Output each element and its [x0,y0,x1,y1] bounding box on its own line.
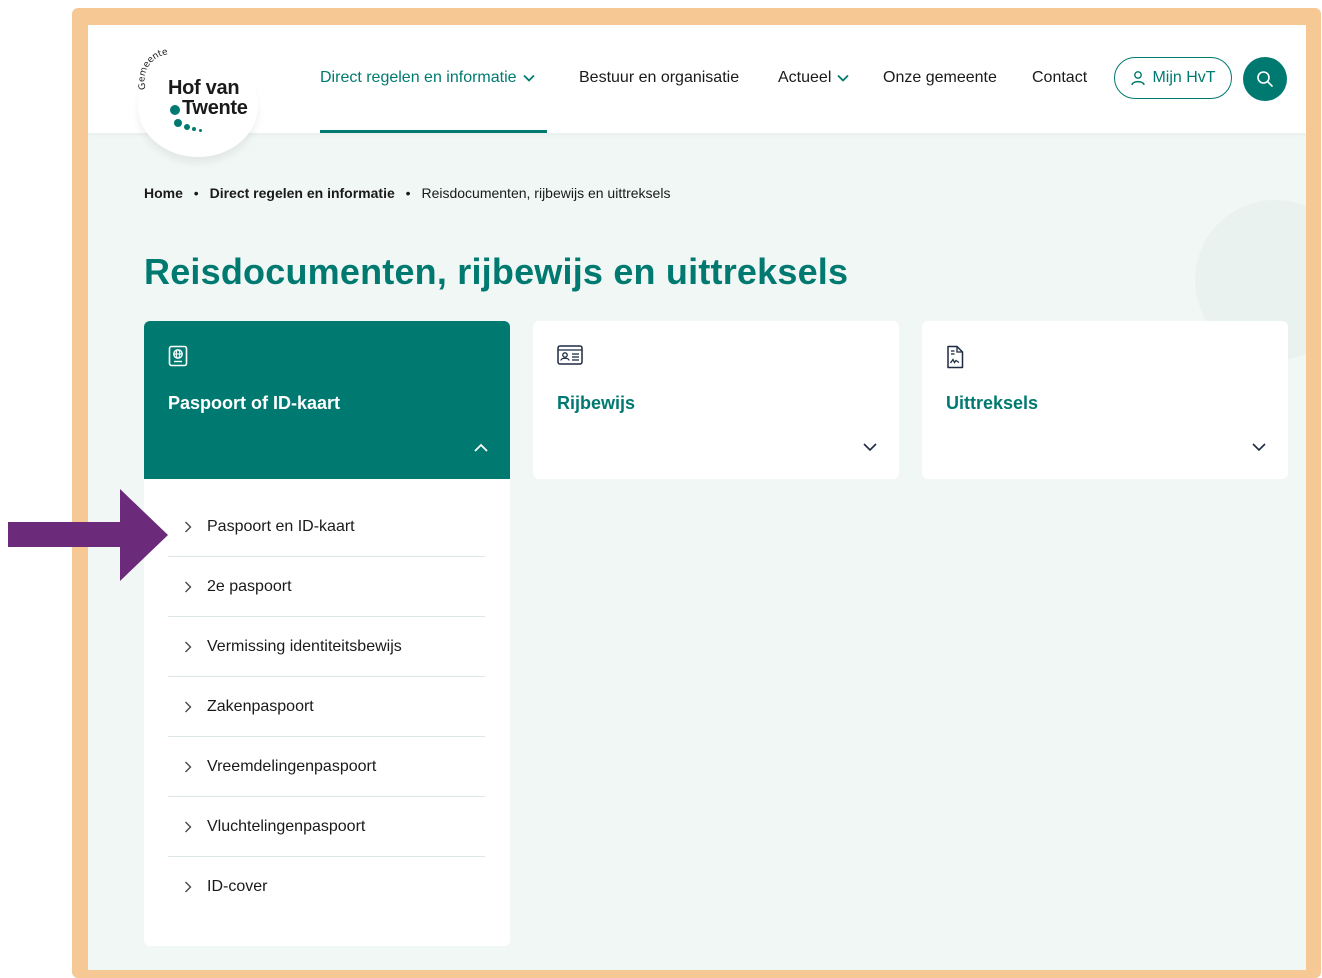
list-item-label: Zakenpaspoort [207,697,314,715]
chevron-right-icon [168,581,207,593]
logo-dot [192,127,196,131]
nav-item-label: Direct regelen en informatie [320,69,517,87]
logo-dot [174,119,182,127]
page: Gemeente Hof van Twente Direct regelen e… [88,25,1306,970]
paspoort-links-panel: Paspoort en ID-kaart 2e paspoort Vermissin… [144,479,510,946]
breadcrumb-section[interactable]: Direct regelen en informatie [210,185,395,201]
nav-item-label: Bestuur en organisatie [579,69,740,86]
list-item-label: Vermissing identiteitsbewijs [207,637,402,655]
nav-item-label: Contact [1032,69,1088,86]
breadcrumb-separator: • [193,185,199,201]
logo-line-2: Twente [182,97,248,119]
breadcrumb-home[interactable]: Home [144,185,183,201]
list-item[interactable]: Vermissing identiteitsbewijs [168,617,485,677]
list-item[interactable]: ID-cover [168,857,485,916]
nav-item-bestuur-en-organisatie[interactable]: Bestuur en organisatie [579,69,739,87]
pointer-arrow-icon [8,489,168,581]
svg-text:Gemeente: Gemeente [137,47,169,90]
chevron-down-icon [522,69,535,87]
id-card-icon [557,345,583,370]
nav-item-onze-gemeente[interactable]: Onze gemeente [883,69,997,87]
search-icon [1257,71,1273,87]
document-icon [946,345,964,374]
card-paspoort[interactable]: Paspoort of ID-kaart [144,321,510,479]
list-item-label: ID-cover [207,877,268,895]
active-nav-indicator [320,130,547,133]
list-item[interactable]: Paspoort en ID-kaart [168,497,485,557]
nav-item-actueel[interactable]: Actueel [778,69,850,87]
list-item-label: Vreemdelingenpaspoort [207,757,377,775]
card-title: Paspoort of ID-kaart [168,393,341,413]
site-header: Gemeente Hof van Twente Direct regelen e… [88,25,1306,157]
paspoort-link-list: Paspoort en ID-kaart 2e paspoort Vermissin… [168,497,485,916]
breadcrumb-separator: • [405,185,411,201]
search-button[interactable] [1243,57,1287,101]
card-uittreksels[interactable]: Uittreksels [922,321,1288,479]
mijn-hvt-button[interactable]: Mijn HvT [1114,57,1232,99]
list-item[interactable]: Zakenpaspoort [168,677,485,737]
chevron-down-icon [863,439,877,457]
card-title: Rijbewijs [557,393,636,413]
nav-item-label: Onze gemeente [883,69,997,86]
page-title: Reisdocumenten, rijbewijs en uittreksels [144,251,849,292]
chevron-right-icon [168,821,207,833]
list-item[interactable]: Vluchtelingenpaspoort [168,797,485,857]
chevron-down-icon [837,69,850,87]
logo-dot [184,124,190,130]
logo-dot [199,129,202,132]
card-rijbewijs[interactable]: Rijbewijs [533,321,899,479]
user-icon [1131,71,1146,86]
chevron-up-icon [474,439,488,457]
logo-dot [170,105,180,115]
list-item[interactable]: 2e paspoort [168,557,485,617]
list-item-label: Paspoort en ID-kaart [207,517,355,535]
chevron-right-icon [168,761,207,773]
breadcrumb: Home • Direct regelen en informatie • Re… [144,185,670,201]
list-item-label: 2e paspoort [207,577,292,595]
nav-item-contact[interactable]: Contact [1032,69,1087,87]
list-item-label: Vluchtelingenpaspoort [207,817,366,835]
passport-icon [168,345,188,372]
card-title: Uittreksels [946,393,1039,413]
breadcrumb-current: Reisdocumenten, rijbewijs en uittreksels [421,185,671,201]
chevron-right-icon [168,641,207,653]
logo[interactable]: Gemeente Hof van Twente [136,45,276,145]
mijn-hvt-label: Mijn HvT [1152,69,1216,86]
chevron-right-icon [168,701,207,713]
nav-item-direct-regelen-en-informatie[interactable]: Direct regelen en informatie [320,69,535,87]
nav-item-label: Actueel [778,69,832,87]
chevron-right-icon [168,521,207,533]
chevron-down-icon [1252,439,1266,457]
chevron-right-icon [168,881,207,893]
list-item[interactable]: Vreemdelingenpaspoort [168,737,485,797]
